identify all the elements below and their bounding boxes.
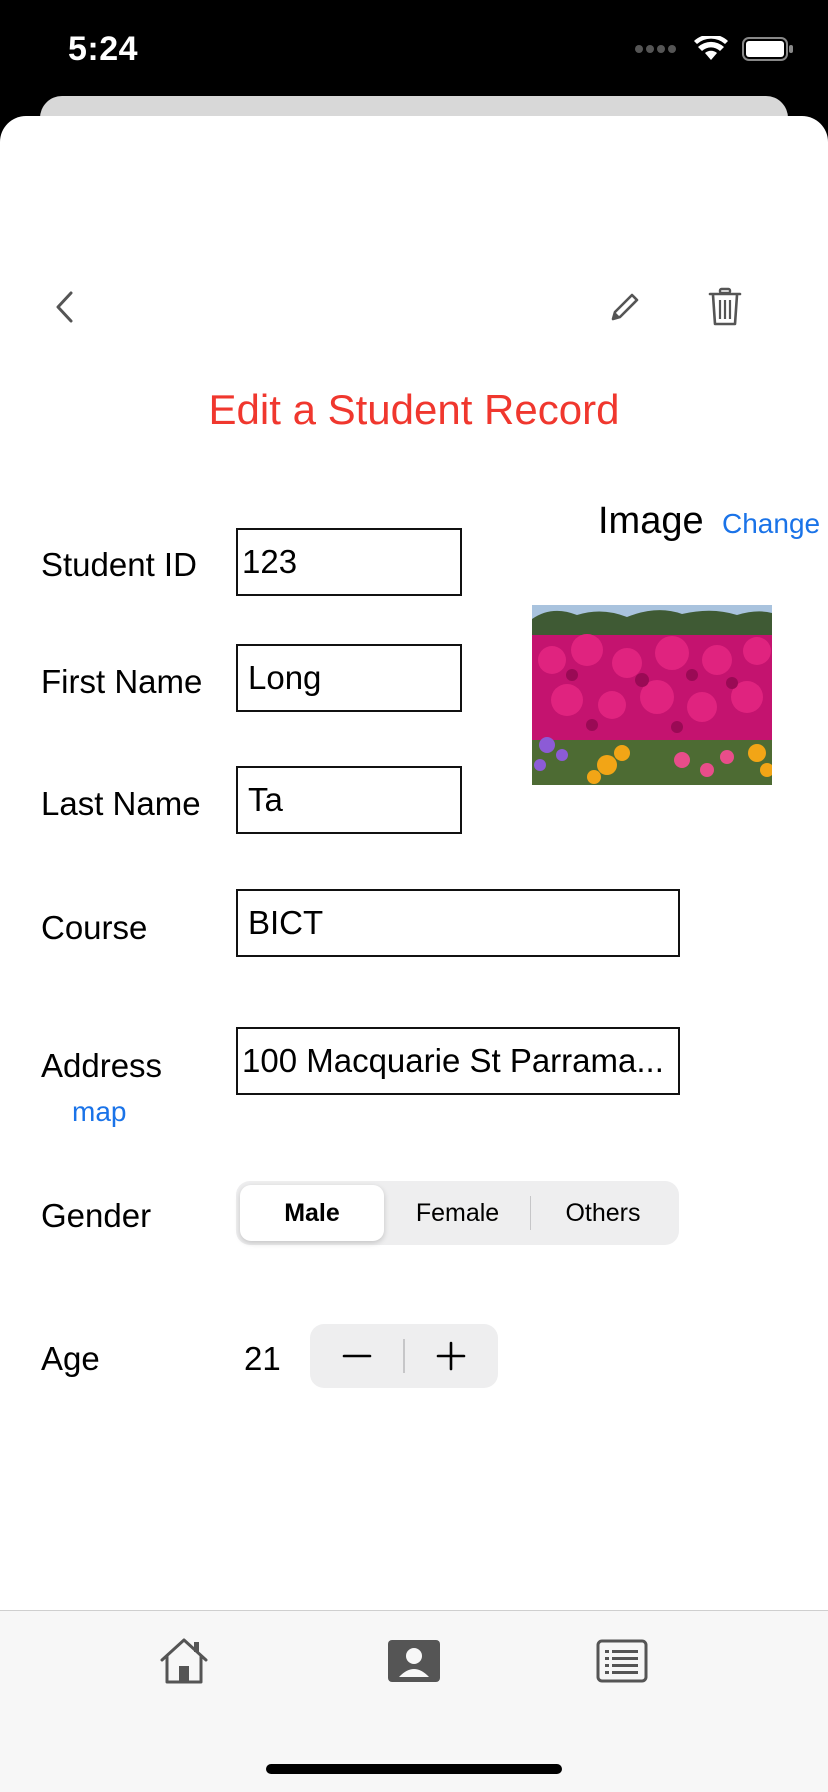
age-label: Age xyxy=(41,1340,100,1377)
first-name-label: First Name xyxy=(41,663,203,700)
home-icon xyxy=(160,1638,208,1684)
pencil-icon xyxy=(611,293,639,321)
minus-icon xyxy=(342,1354,371,1358)
back-button[interactable] xyxy=(40,282,90,332)
last-name-label: Last Name xyxy=(41,785,201,822)
gender-option-female[interactable]: Female xyxy=(386,1185,530,1241)
student-id-label: Student ID xyxy=(41,546,197,583)
gender-option-others[interactable]: Others xyxy=(531,1185,675,1241)
pink-flowers-photo xyxy=(532,605,772,785)
course-field[interactable]: BICT xyxy=(236,889,680,957)
age-value: 21 xyxy=(244,1340,281,1377)
list-icon xyxy=(596,1639,648,1683)
student-id-field[interactable]: 123 xyxy=(236,528,462,596)
chevron-left-icon xyxy=(56,291,73,323)
delete-button[interactable] xyxy=(700,280,750,334)
course-label: Course xyxy=(41,909,148,946)
image-label: Image xyxy=(598,500,704,542)
last-name-field[interactable]: Ta xyxy=(236,766,462,834)
plus-icon xyxy=(437,1341,466,1371)
first-name-field[interactable]: Long xyxy=(236,644,462,712)
edit-button[interactable] xyxy=(600,282,650,332)
edit-sheet: Edit a Student Record Image Change Stude… xyxy=(0,116,828,1792)
trash-icon xyxy=(708,287,742,326)
gender-option-male[interactable]: Male xyxy=(240,1185,384,1241)
age-decrement-button[interactable] xyxy=(310,1324,403,1388)
page-title: Edit a Student Record xyxy=(208,386,620,433)
tab-students[interactable] xyxy=(384,1631,444,1691)
student-photo xyxy=(532,605,772,785)
status-time: 5:24 xyxy=(68,30,139,68)
cellular-signal-icon xyxy=(635,45,676,53)
address-field[interactable]: 100 Macquarie St Parrama... xyxy=(236,1027,680,1095)
map-link[interactable]: map xyxy=(72,1096,126,1128)
home-indicator xyxy=(266,1764,562,1774)
gender-segmented-control[interactable]: Male Female Others xyxy=(236,1181,679,1245)
status-bar: 5:24 xyxy=(0,0,828,100)
address-label: Address xyxy=(41,1047,163,1084)
status-icons xyxy=(634,36,794,62)
tab-list[interactable] xyxy=(592,1631,652,1691)
wifi-icon xyxy=(694,36,728,60)
gender-label: Gender xyxy=(41,1197,152,1234)
age-increment-button[interactable] xyxy=(405,1324,498,1388)
change-image-link[interactable]: Change xyxy=(722,508,820,540)
age-stepper[interactable] xyxy=(310,1324,498,1388)
tab-home[interactable] xyxy=(154,1631,214,1691)
person-card-icon xyxy=(388,1640,440,1682)
battery-icon xyxy=(742,37,793,61)
